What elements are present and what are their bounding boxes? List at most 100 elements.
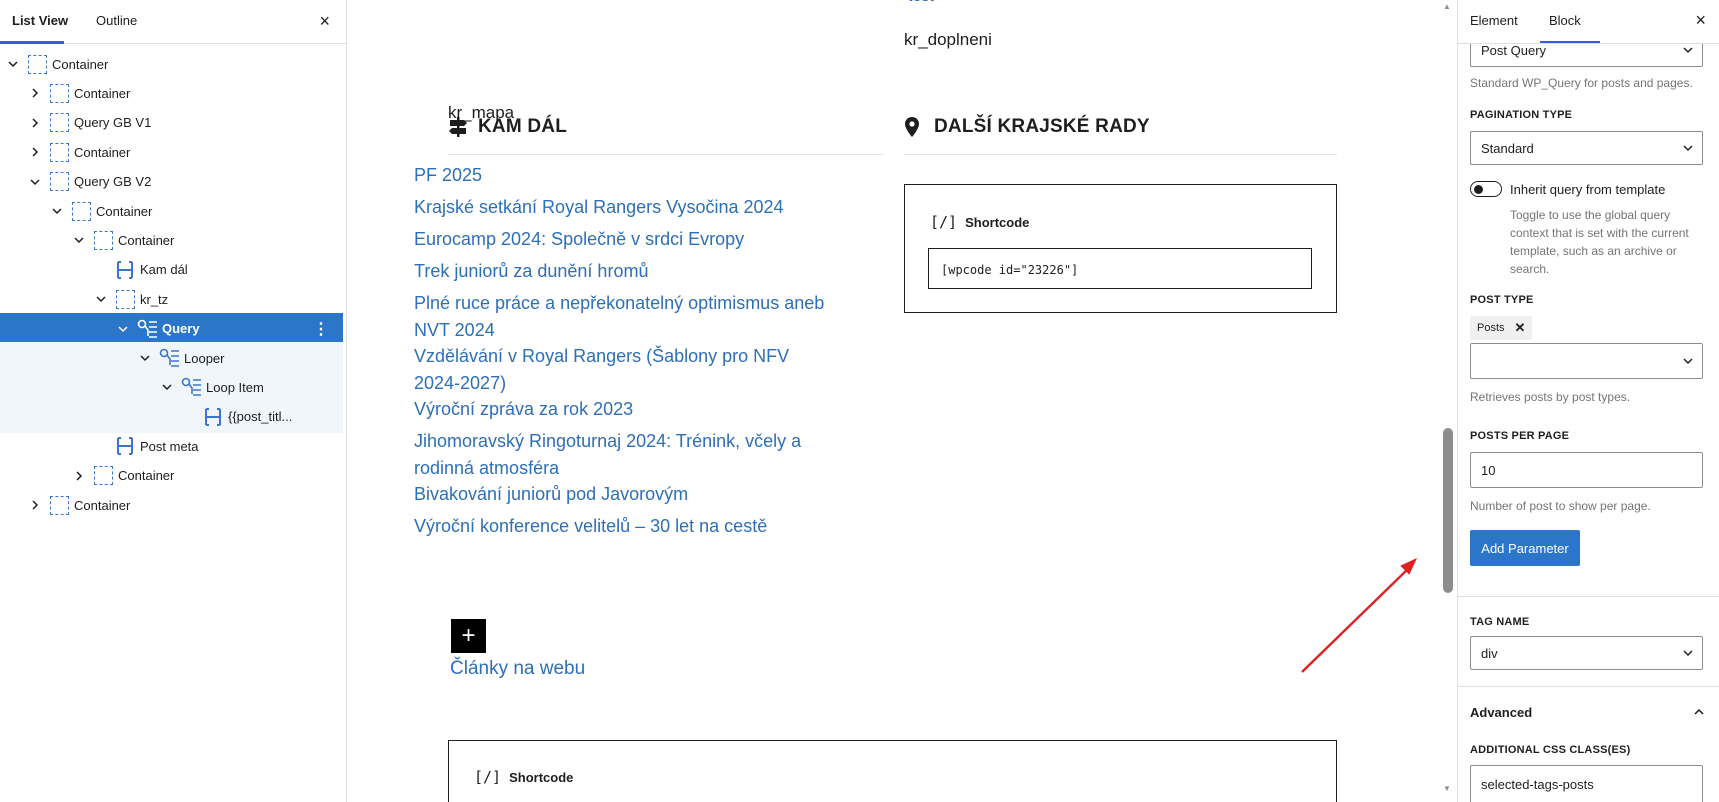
post-link[interactable]: Krajské setkání Royal Rangers Vysočina 2… — [414, 194, 834, 221]
shortcode-block-bottom[interactable]: [/] Shortcode — [448, 740, 1337, 802]
chevron-down-icon[interactable] — [50, 204, 64, 218]
chevron-right-icon[interactable] — [28, 86, 42, 100]
pagination-type-select[interactable]: Standard — [1470, 131, 1703, 165]
close-icon[interactable]: × — [319, 11, 330, 32]
chevron-down-icon[interactable] — [160, 380, 174, 394]
tab-element[interactable]: Element — [1470, 13, 1518, 28]
chevron-right-icon[interactable] — [72, 469, 86, 483]
shortcode-block-title: [/] Shortcode — [930, 213, 1029, 231]
canvas-scrollbar[interactable]: ▲ ▼ — [1440, 0, 1458, 802]
heading-icon — [114, 259, 136, 281]
post-link[interactable]: Výroční zpráva za rok 2023 — [414, 396, 834, 423]
more-options-icon[interactable]: ⋮ — [313, 319, 329, 339]
post-type-chip[interactable]: Posts ✕ — [1470, 316, 1533, 340]
tree-item-8[interactable]: kr_tz — [0, 283, 343, 315]
scroll-up-arrow-icon[interactable]: ▲ — [1443, 2, 1451, 11]
tree-item-label: Query GB V2 — [74, 174, 152, 190]
inherit-query-help: Toggle to use the global query context t… — [1510, 208, 1689, 276]
remove-chip-icon[interactable]: ✕ — [1515, 320, 1526, 336]
post-link[interactable]: Výroční konference velitelů – 30 let na … — [414, 513, 834, 540]
shortcode-input[interactable]: [wpcode id="23226"] — [928, 248, 1312, 289]
chevron-down-icon[interactable] — [6, 57, 20, 71]
tree-item-10[interactable]: Looper — [0, 342, 343, 374]
tree-item-1[interactable]: Container — [0, 77, 343, 109]
tab-block[interactable]: Block — [1549, 13, 1581, 28]
tree-item-13[interactable]: Post meta — [0, 430, 343, 462]
chevron-down-icon[interactable] — [94, 292, 108, 306]
scrollbar-thumb[interactable] — [1443, 428, 1453, 593]
kr-doplneni-text: kr_doplneni — [904, 30, 992, 49]
posts-per-page-input[interactable]: 10 — [1470, 452, 1703, 488]
container-icon — [70, 200, 92, 222]
query-icon — [136, 318, 158, 340]
active-tab-indicator — [0, 41, 64, 44]
tree-item-4[interactable]: Query GB V2 — [0, 166, 343, 198]
advanced-section-title[interactable]: Advanced — [1470, 705, 1532, 720]
editor-app: List View Outline × Container Container Qu… — [0, 0, 1719, 802]
css-classes-input[interactable]: selected-tags-posts — [1470, 765, 1703, 802]
post-type-label: POST TYPE — [1470, 294, 1534, 306]
chevron-right-icon[interactable] — [28, 498, 42, 512]
tree-item-12[interactable]: {{post_titl... — [0, 400, 343, 433]
list-view-tabs: List View Outline × — [0, 0, 346, 44]
css-classes-label: ADDITIONAL CSS CLASS(ES) — [1470, 744, 1631, 756]
post-link[interactable]: Plné ruce práce a nepřekonatelný optimis… — [414, 290, 834, 344]
chevron-right-icon[interactable] — [28, 145, 42, 159]
tree-item-7[interactable]: Kam dál — [0, 254, 343, 286]
tree-item-label: {{post_titl... — [228, 409, 293, 425]
container-icon — [48, 171, 70, 193]
heading-icon — [114, 435, 136, 457]
close-settings-icon[interactable]: × — [1695, 10, 1706, 31]
tree-item-6[interactable]: Container — [0, 224, 343, 256]
tree-item-label: Query — [162, 321, 200, 337]
add-block-button[interactable]: + — [451, 619, 486, 653]
tree-item-2[interactable]: Query GB V1 — [0, 107, 343, 139]
scroll-down-arrow-icon[interactable]: ▼ — [1443, 784, 1451, 793]
tree-item-label: Container — [74, 144, 131, 160]
tree-item-5[interactable]: Container — [0, 195, 343, 227]
container-icon — [114, 288, 136, 310]
post-link[interactable]: Jihomoravský Ringoturnaj 2024: Trénink, … — [414, 428, 834, 482]
tree-item-label: Container — [118, 232, 175, 248]
container-icon — [48, 141, 70, 163]
editor-canvas: test kr_doplneni kr_mapa KAM DÁL DALŠÍ K… — [348, 0, 1440, 802]
query-icon — [158, 347, 180, 369]
tag-name-select[interactable]: div — [1470, 636, 1703, 670]
shortcode-label: Shortcode — [965, 214, 1030, 230]
chevron-down-icon[interactable] — [116, 322, 130, 336]
post-type-select[interactable] — [1470, 343, 1703, 379]
container-icon — [92, 229, 114, 251]
tab-list-view[interactable]: List View — [12, 13, 68, 28]
chevron-down-icon[interactable] — [72, 233, 86, 247]
tree-item-9[interactable]: Query ⋮ — [0, 312, 343, 345]
post-link[interactable]: Trek juniorů za dunění hromů — [414, 258, 834, 285]
inherit-query-toggle[interactable] — [1470, 181, 1502, 197]
tree-item-0[interactable]: Container — [0, 48, 343, 80]
post-link[interactable]: Eurocamp 2024: Společně v srdci Evropy — [414, 226, 834, 253]
test-link[interactable]: test — [908, 0, 934, 6]
post-link[interactable]: Vzdělávání v Royal Rangers (Šablony pro … — [414, 343, 834, 397]
chevron-down-icon[interactable] — [28, 175, 42, 189]
post-link[interactable]: Bivakování juniorů pod Javorovým — [414, 481, 834, 508]
list-view-panel: List View Outline × Container Container Qu… — [0, 0, 347, 802]
tree-item-3[interactable]: Container — [0, 136, 343, 168]
clanky-na-webu-link[interactable]: Články na webu — [450, 658, 585, 680]
shortcode-block-bottom-title: [/] Shortcode — [474, 768, 573, 786]
shortcode-block[interactable]: [/] Shortcode [wpcode id="23226"] — [904, 184, 1337, 313]
post-link[interactable]: PF 2025 — [414, 162, 834, 189]
chevron-up-icon[interactable] — [1693, 706, 1705, 718]
tree-item-15[interactable]: Container — [0, 489, 343, 521]
add-parameter-button[interactable]: Add Parameter — [1470, 530, 1580, 566]
tree-item-label: Container — [74, 497, 131, 513]
tree-item-14[interactable]: Container — [0, 460, 343, 492]
heading-icon — [202, 406, 224, 428]
chevron-right-icon[interactable] — [28, 116, 42, 130]
inherit-query-label: Inherit query from template — [1510, 182, 1666, 197]
pagination-type-label: PAGINATION TYPE — [1470, 109, 1573, 121]
chevron-down-icon[interactable] — [138, 351, 152, 365]
tree-item-label: Loop Item — [206, 379, 264, 395]
tree-item-label: Kam dál — [140, 262, 188, 278]
tree-item-11[interactable]: Loop Item — [0, 371, 343, 404]
tab-outline[interactable]: Outline — [96, 13, 137, 28]
